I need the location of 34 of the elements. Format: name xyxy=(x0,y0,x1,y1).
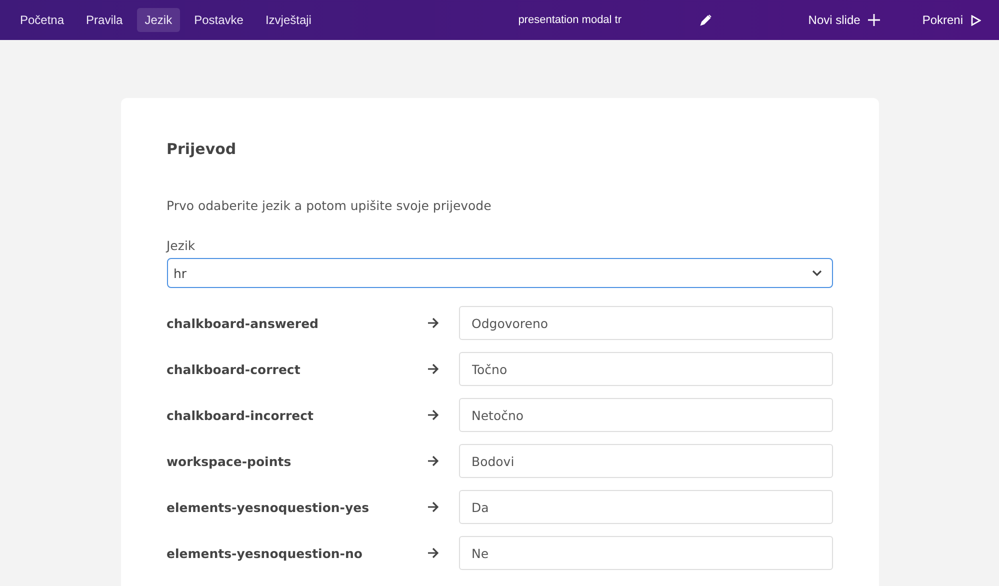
description-text: Prvo odaberite jezik a potom upišite svoje prijevode xyxy=(166,198,492,213)
nav-tab[interactable]: Pravila xyxy=(78,8,131,32)
translation-input[interactable]: Odgovoreno xyxy=(458,306,832,340)
pencil-icon[interactable] xyxy=(700,14,712,26)
translation-key: workspace-points xyxy=(166,454,426,468)
arrow-right-icon xyxy=(426,363,438,375)
nav-tab[interactable]: Postavke xyxy=(186,8,252,32)
translation-input[interactable]: Bodovi xyxy=(458,444,832,478)
translation-key: chalkboard-answered xyxy=(166,316,426,330)
translation-input[interactable]: Netočno xyxy=(458,398,832,432)
translation-input[interactable]: Da xyxy=(458,490,832,524)
arrow-right-icon xyxy=(426,317,438,329)
nav-tab[interactable]: Početna xyxy=(12,8,72,32)
arrow-right-icon xyxy=(426,409,438,421)
nav-tab[interactable]: Izvještaji xyxy=(257,8,320,32)
translation-key: chalkboard-incorrect xyxy=(166,408,426,422)
start-button[interactable]: Pokreni xyxy=(916,9,987,31)
play-icon xyxy=(971,14,981,26)
plus-icon xyxy=(868,14,880,26)
arrow-right-icon xyxy=(426,501,438,513)
presentation-title: presentation modal tr xyxy=(517,14,623,26)
translation-key: elements-yesnoquestion-yes xyxy=(166,500,426,514)
chevron-down-icon xyxy=(812,270,822,276)
translation-input[interactable]: Ne xyxy=(458,536,832,570)
section-title: Prijevod xyxy=(166,140,238,158)
arrow-right-icon xyxy=(426,455,438,467)
translation-key: elements-yesnoquestion-no xyxy=(166,546,426,560)
field-label: Jezik xyxy=(166,238,196,253)
language-select[interactable]: hr xyxy=(166,258,832,288)
new-slide-button[interactable]: Novi slide xyxy=(802,9,886,31)
nav-tab[interactable]: Jezik xyxy=(136,8,180,32)
translation-input[interactable]: Točno xyxy=(458,352,832,386)
arrow-right-icon xyxy=(426,547,438,559)
translation-key: chalkboard-correct xyxy=(166,362,426,376)
